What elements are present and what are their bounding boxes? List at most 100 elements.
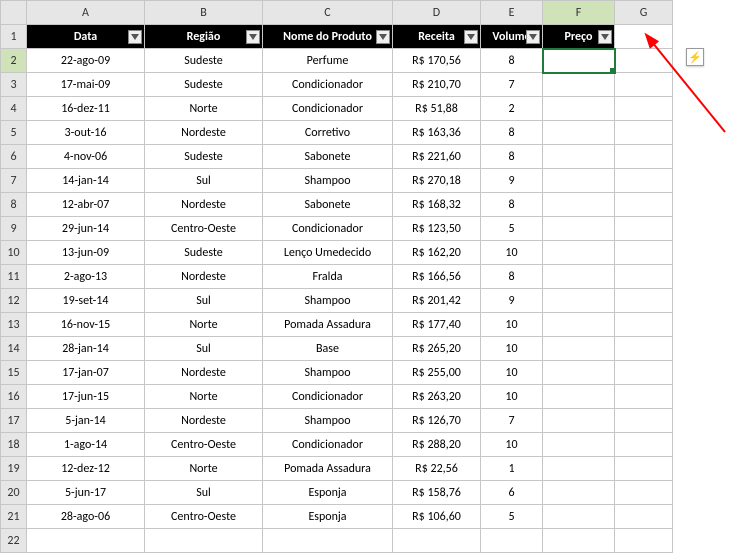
cell-G15[interactable] xyxy=(615,361,673,385)
cell-C14[interactable]: Base xyxy=(263,337,393,361)
cell-A11[interactable]: 2-ago-13 xyxy=(27,265,145,289)
cell-G2[interactable] xyxy=(615,49,673,73)
header-cell-G[interactable] xyxy=(615,25,673,49)
cell-B7[interactable]: Sul xyxy=(145,169,263,193)
header-cell-F[interactable]: Preço xyxy=(543,25,615,49)
cell-A14[interactable]: 28-jan-14 xyxy=(27,337,145,361)
cell-F7[interactable] xyxy=(543,169,615,193)
cell-E19[interactable]: 1 xyxy=(481,457,543,481)
cell-E2[interactable]: 8 xyxy=(481,49,543,73)
column-header-C[interactable]: C xyxy=(263,1,393,25)
cell-C15[interactable]: Shampoo xyxy=(263,361,393,385)
cell-F2[interactable] xyxy=(543,49,615,73)
cell-F11[interactable] xyxy=(543,265,615,289)
cell-G16[interactable] xyxy=(615,385,673,409)
cell-C9[interactable]: Condicionador xyxy=(263,217,393,241)
cell-G4[interactable] xyxy=(615,97,673,121)
cell-A17[interactable]: 5-jan-14 xyxy=(27,409,145,433)
cell-D15[interactable]: R$ 255,00 xyxy=(393,361,481,385)
column-header-D[interactable]: D xyxy=(393,1,481,25)
column-header-G[interactable]: G xyxy=(615,1,673,25)
row-header-21[interactable]: 21 xyxy=(1,505,27,529)
cell-G14[interactable] xyxy=(615,337,673,361)
cell-D5[interactable]: R$ 163,36 xyxy=(393,121,481,145)
cell-F21[interactable] xyxy=(543,505,615,529)
cell-C6[interactable]: Sabonete xyxy=(263,145,393,169)
cell-B12[interactable]: Sul xyxy=(145,289,263,313)
cell-A2[interactable]: 22-ago-09 xyxy=(27,49,145,73)
cell-B5[interactable]: Nordeste xyxy=(145,121,263,145)
cell-C3[interactable]: Condicionador xyxy=(263,73,393,97)
row-header-18[interactable]: 18 xyxy=(1,433,27,457)
cell-G21[interactable] xyxy=(615,505,673,529)
filter-dropdown-icon[interactable] xyxy=(464,30,478,44)
cell-F18[interactable] xyxy=(543,433,615,457)
cell-A10[interactable]: 13-jun-09 xyxy=(27,241,145,265)
cell-E11[interactable]: 8 xyxy=(481,265,543,289)
cell-G12[interactable] xyxy=(615,289,673,313)
cell-E22[interactable] xyxy=(481,529,543,553)
cell-D7[interactable]: R$ 270,18 xyxy=(393,169,481,193)
row-header-7[interactable]: 7 xyxy=(1,169,27,193)
cell-B3[interactable]: Sudeste xyxy=(145,73,263,97)
cell-D6[interactable]: R$ 221,60 xyxy=(393,145,481,169)
row-header-3[interactable]: 3 xyxy=(1,73,27,97)
cell-F4[interactable] xyxy=(543,97,615,121)
cell-D2[interactable]: R$ 170,56 xyxy=(393,49,481,73)
cell-B2[interactable]: Sudeste xyxy=(145,49,263,73)
cell-A21[interactable]: 28-ago-06 xyxy=(27,505,145,529)
column-header-E[interactable]: E xyxy=(481,1,543,25)
cell-D13[interactable]: R$ 177,40 xyxy=(393,313,481,337)
cell-B13[interactable]: Norte xyxy=(145,313,263,337)
cell-F5[interactable] xyxy=(543,121,615,145)
cell-G3[interactable] xyxy=(615,73,673,97)
cell-G7[interactable] xyxy=(615,169,673,193)
cell-G19[interactable] xyxy=(615,457,673,481)
cell-G18[interactable] xyxy=(615,433,673,457)
cell-D18[interactable]: R$ 288,20 xyxy=(393,433,481,457)
header-cell-C[interactable]: Nome do Produto xyxy=(263,25,393,49)
cell-D8[interactable]: R$ 168,32 xyxy=(393,193,481,217)
cell-A6[interactable]: 4-nov-06 xyxy=(27,145,145,169)
row-header-15[interactable]: 15 xyxy=(1,361,27,385)
row-header-16[interactable]: 16 xyxy=(1,385,27,409)
cell-C4[interactable]: Condicionador xyxy=(263,97,393,121)
cell-C11[interactable]: Fralda xyxy=(263,265,393,289)
row-header-6[interactable]: 6 xyxy=(1,145,27,169)
row-header-22[interactable]: 22 xyxy=(1,529,27,553)
row-header-20[interactable]: 20 xyxy=(1,481,27,505)
cell-G10[interactable] xyxy=(615,241,673,265)
filter-dropdown-icon[interactable] xyxy=(526,30,540,44)
cell-B11[interactable]: Nordeste xyxy=(145,265,263,289)
cell-D14[interactable]: R$ 265,20 xyxy=(393,337,481,361)
cell-C17[interactable]: Shampoo xyxy=(263,409,393,433)
cell-B15[interactable]: Nordeste xyxy=(145,361,263,385)
cell-E10[interactable]: 10 xyxy=(481,241,543,265)
cell-D11[interactable]: R$ 166,56 xyxy=(393,265,481,289)
cell-A3[interactable]: 17-mai-09 xyxy=(27,73,145,97)
cell-C20[interactable]: Esponja xyxy=(263,481,393,505)
row-header-17[interactable]: 17 xyxy=(1,409,27,433)
cell-A13[interactable]: 16-nov-15 xyxy=(27,313,145,337)
cell-E6[interactable]: 8 xyxy=(481,145,543,169)
cell-B16[interactable]: Norte xyxy=(145,385,263,409)
cell-G13[interactable] xyxy=(615,313,673,337)
row-header-9[interactable]: 9 xyxy=(1,217,27,241)
cell-G11[interactable] xyxy=(615,265,673,289)
row-header-10[interactable]: 10 xyxy=(1,241,27,265)
cell-D20[interactable]: R$ 158,76 xyxy=(393,481,481,505)
cell-C10[interactable]: Lenço Umedecido xyxy=(263,241,393,265)
cell-E8[interactable]: 8 xyxy=(481,193,543,217)
cell-D12[interactable]: R$ 201,42 xyxy=(393,289,481,313)
cell-D17[interactable]: R$ 126,70 xyxy=(393,409,481,433)
cell-E14[interactable]: 10 xyxy=(481,337,543,361)
cell-B10[interactable]: Sudeste xyxy=(145,241,263,265)
cell-A16[interactable]: 17-jun-15 xyxy=(27,385,145,409)
cell-C22[interactable] xyxy=(263,529,393,553)
cell-B6[interactable]: Sudeste xyxy=(145,145,263,169)
cell-A4[interactable]: 16-dez-11 xyxy=(27,97,145,121)
cell-D10[interactable]: R$ 162,20 xyxy=(393,241,481,265)
filter-dropdown-icon[interactable] xyxy=(598,30,612,44)
row-header-19[interactable]: 19 xyxy=(1,457,27,481)
cell-F16[interactable] xyxy=(543,385,615,409)
